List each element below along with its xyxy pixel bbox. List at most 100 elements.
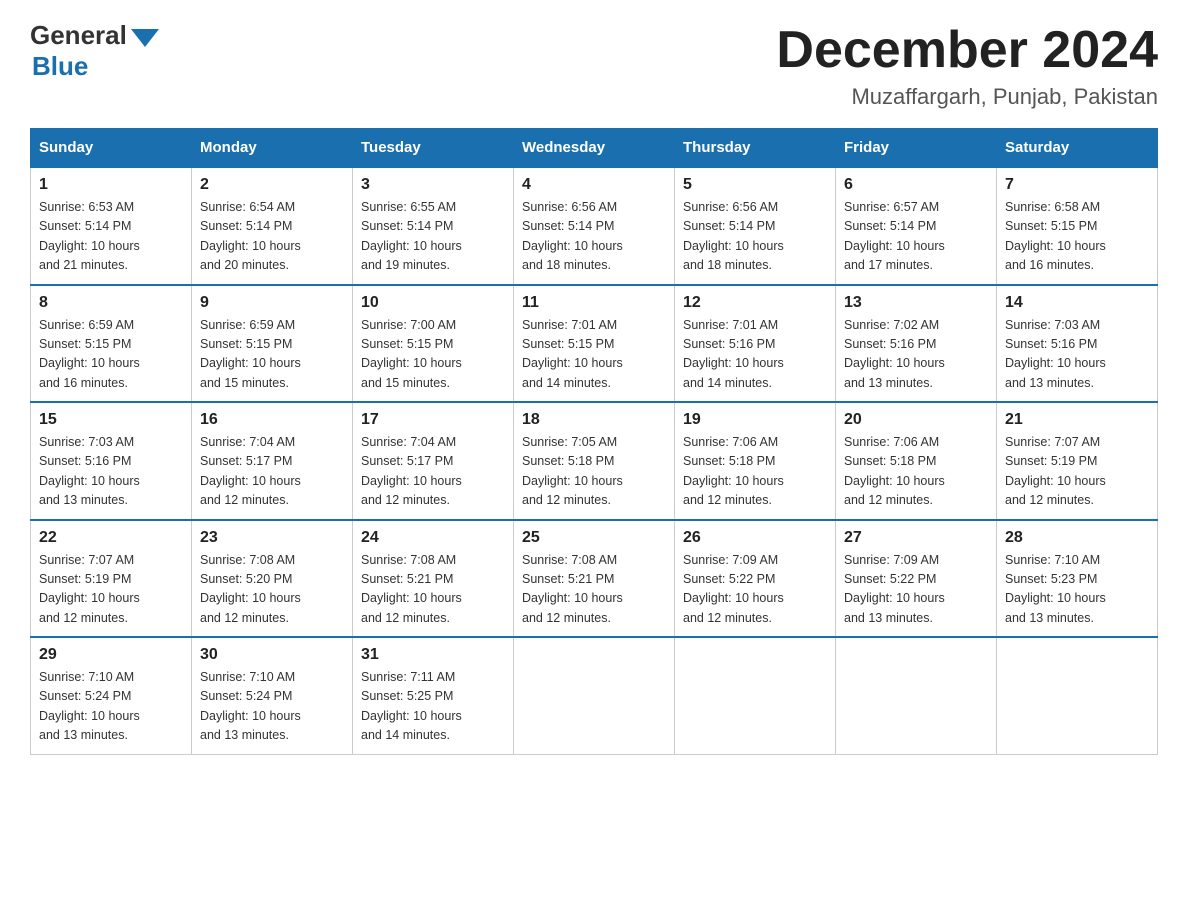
page-header: General Blue December 2024 Muzaffargarh,… (30, 20, 1158, 110)
day-cell-21: 21Sunrise: 7:07 AMSunset: 5:19 PMDayligh… (997, 402, 1158, 520)
day-number-19: 19 (683, 411, 827, 429)
day-info-29: Sunrise: 7:10 AMSunset: 5:24 PMDaylight:… (39, 668, 183, 746)
day-info-5: Sunrise: 6:56 AMSunset: 5:14 PMDaylight:… (683, 198, 827, 276)
calendar-table: SundayMondayTuesdayWednesdayThursdayFrid… (30, 128, 1158, 755)
week-row-5: 29 Sunrise: 7:10 AMSunset: 5:24 PMDayligh… (31, 637, 1158, 754)
day-info-30: Sunrise: 7:10 AMSunset: 5:24 PMDaylight:… (200, 668, 344, 746)
day-number-10: 10 (361, 294, 505, 312)
day-number-16: 16 (200, 411, 344, 429)
day-cell-25: 25 Sunrise: 7:08 AMSunset: 5:21 PMDayligh… (514, 520, 675, 638)
day-cell-30: 30 Sunrise: 7:10 AMSunset: 5:24 PMDayligh… (192, 637, 353, 754)
day-info-10: Sunrise: 7:00 AMSunset: 5:15 PMDaylight:… (361, 316, 505, 394)
day-number-12: 12 (683, 294, 827, 312)
week-row-3: 15 Sunrise: 7:03 AMSunset: 5:16 PMDayligh… (31, 402, 1158, 520)
day-cell-13: 13Sunrise: 7:02 AMSunset: 5:16 PMDayligh… (836, 285, 997, 403)
day-info-28: Sunrise: 7:10 AMSunset: 5:23 PMDaylight:… (1005, 551, 1149, 629)
day-cell-20: 20 Sunrise: 7:06 AMSunset: 5:18 PMDayligh… (836, 402, 997, 520)
day-cell-19: 19 Sunrise: 7:06 AMSunset: 5:18 PMDayligh… (675, 402, 836, 520)
day-number-4: 4 (522, 176, 666, 194)
day-cell-2: 2 Sunrise: 6:54 AMSunset: 5:14 PMDaylight… (192, 167, 353, 285)
day-info-13: Sunrise: 7:02 AMSunset: 5:16 PMDaylight:… (844, 316, 988, 394)
day-cell-24: 24 Sunrise: 7:08 AMSunset: 5:21 PMDayligh… (353, 520, 514, 638)
day-info-2: Sunrise: 6:54 AMSunset: 5:14 PMDaylight:… (200, 198, 344, 276)
day-number-29: 29 (39, 646, 183, 664)
day-number-7: 7 (1005, 176, 1149, 194)
day-number-27: 27 (844, 529, 988, 547)
day-info-25: Sunrise: 7:08 AMSunset: 5:21 PMDaylight:… (522, 551, 666, 629)
day-number-9: 9 (200, 294, 344, 312)
day-number-5: 5 (683, 176, 827, 194)
day-number-8: 8 (39, 294, 183, 312)
subtitle: Muzaffargarh, Punjab, Pakistan (776, 84, 1158, 110)
day-cell-16: 16Sunrise: 7:04 AMSunset: 5:17 PMDayligh… (192, 402, 353, 520)
day-info-18: Sunrise: 7:05 AMSunset: 5:18 PMDaylight:… (522, 433, 666, 511)
day-info-9: Sunrise: 6:59 AMSunset: 5:15 PMDaylight:… (200, 316, 344, 394)
empty-cell-w4-d3 (514, 637, 675, 754)
week-row-1: 1 Sunrise: 6:53 AMSunset: 5:14 PMDaylight… (31, 167, 1158, 285)
day-number-25: 25 (522, 529, 666, 547)
day-info-1: Sunrise: 6:53 AMSunset: 5:14 PMDaylight:… (39, 198, 183, 276)
day-number-20: 20 (844, 411, 988, 429)
day-cell-9: 9 Sunrise: 6:59 AMSunset: 5:15 PMDaylight… (192, 285, 353, 403)
day-number-28: 28 (1005, 529, 1149, 547)
header-sunday: Sunday (31, 129, 192, 168)
day-cell-1: 1 Sunrise: 6:53 AMSunset: 5:14 PMDaylight… (31, 167, 192, 285)
day-info-14: Sunrise: 7:03 AMSunset: 5:16 PMDaylight:… (1005, 316, 1149, 394)
day-cell-27: 27 Sunrise: 7:09 AMSunset: 5:22 PMDayligh… (836, 520, 997, 638)
day-info-27: Sunrise: 7:09 AMSunset: 5:22 PMDaylight:… (844, 551, 988, 629)
day-cell-17: 17Sunrise: 7:04 AMSunset: 5:17 PMDayligh… (353, 402, 514, 520)
day-number-18: 18 (522, 411, 666, 429)
day-info-19: Sunrise: 7:06 AMSunset: 5:18 PMDaylight:… (683, 433, 827, 511)
day-cell-28: 28 Sunrise: 7:10 AMSunset: 5:23 PMDayligh… (997, 520, 1158, 638)
logo: General Blue (30, 20, 159, 82)
day-number-1: 1 (39, 176, 183, 194)
day-cell-15: 15 Sunrise: 7:03 AMSunset: 5:16 PMDayligh… (31, 402, 192, 520)
day-info-15: Sunrise: 7:03 AMSunset: 5:16 PMDaylight:… (39, 433, 183, 511)
day-info-4: Sunrise: 6:56 AMSunset: 5:14 PMDaylight:… (522, 198, 666, 276)
day-info-11: Sunrise: 7:01 AMSunset: 5:15 PMDaylight:… (522, 316, 666, 394)
day-info-6: Sunrise: 6:57 AMSunset: 5:14 PMDaylight:… (844, 198, 988, 276)
empty-cell-w4-d6 (997, 637, 1158, 754)
day-cell-18: 18 Sunrise: 7:05 AMSunset: 5:18 PMDayligh… (514, 402, 675, 520)
day-number-14: 14 (1005, 294, 1149, 312)
empty-cell-w4-d5 (836, 637, 997, 754)
header-tuesday: Tuesday (353, 129, 514, 168)
day-info-26: Sunrise: 7:09 AMSunset: 5:22 PMDaylight:… (683, 551, 827, 629)
logo-blue-text: Blue (32, 51, 88, 82)
day-number-15: 15 (39, 411, 183, 429)
logo-general-text: General (30, 20, 127, 51)
header-thursday: Thursday (675, 129, 836, 168)
title-section: December 2024 Muzaffargarh, Punjab, Paki… (776, 20, 1158, 110)
day-cell-31: 31 Sunrise: 7:11 AMSunset: 5:25 PMDayligh… (353, 637, 514, 754)
day-number-30: 30 (200, 646, 344, 664)
day-number-6: 6 (844, 176, 988, 194)
header-monday: Monday (192, 129, 353, 168)
day-number-11: 11 (522, 294, 666, 312)
week-row-2: 8 Sunrise: 6:59 AMSunset: 5:15 PMDaylight… (31, 285, 1158, 403)
empty-cell-w4-d4 (675, 637, 836, 754)
day-number-22: 22 (39, 529, 183, 547)
day-cell-23: 23Sunrise: 7:08 AMSunset: 5:20 PMDayligh… (192, 520, 353, 638)
day-cell-12: 12Sunrise: 7:01 AMSunset: 5:16 PMDayligh… (675, 285, 836, 403)
header-friday: Friday (836, 129, 997, 168)
day-cell-14: 14 Sunrise: 7:03 AMSunset: 5:16 PMDayligh… (997, 285, 1158, 403)
day-info-3: Sunrise: 6:55 AMSunset: 5:14 PMDaylight:… (361, 198, 505, 276)
day-number-2: 2 (200, 176, 344, 194)
day-number-31: 31 (361, 646, 505, 664)
day-cell-6: 6 Sunrise: 6:57 AMSunset: 5:14 PMDaylight… (836, 167, 997, 285)
day-info-20: Sunrise: 7:06 AMSunset: 5:18 PMDaylight:… (844, 433, 988, 511)
day-cell-29: 29 Sunrise: 7:10 AMSunset: 5:24 PMDayligh… (31, 637, 192, 754)
day-cell-5: 5 Sunrise: 6:56 AMSunset: 5:14 PMDaylight… (675, 167, 836, 285)
day-info-7: Sunrise: 6:58 AMSunset: 5:15 PMDaylight:… (1005, 198, 1149, 276)
day-number-23: 23 (200, 529, 344, 547)
day-cell-8: 8 Sunrise: 6:59 AMSunset: 5:15 PMDaylight… (31, 285, 192, 403)
day-number-24: 24 (361, 529, 505, 547)
day-cell-26: 26Sunrise: 7:09 AMSunset: 5:22 PMDayligh… (675, 520, 836, 638)
day-info-8: Sunrise: 6:59 AMSunset: 5:15 PMDaylight:… (39, 316, 183, 394)
day-info-31: Sunrise: 7:11 AMSunset: 5:25 PMDaylight:… (361, 668, 505, 746)
day-number-3: 3 (361, 176, 505, 194)
day-cell-7: 7 Sunrise: 6:58 AMSunset: 5:15 PMDaylight… (997, 167, 1158, 285)
day-info-24: Sunrise: 7:08 AMSunset: 5:21 PMDaylight:… (361, 551, 505, 629)
header-wednesday: Wednesday (514, 129, 675, 168)
day-cell-3: 3 Sunrise: 6:55 AMSunset: 5:14 PMDaylight… (353, 167, 514, 285)
